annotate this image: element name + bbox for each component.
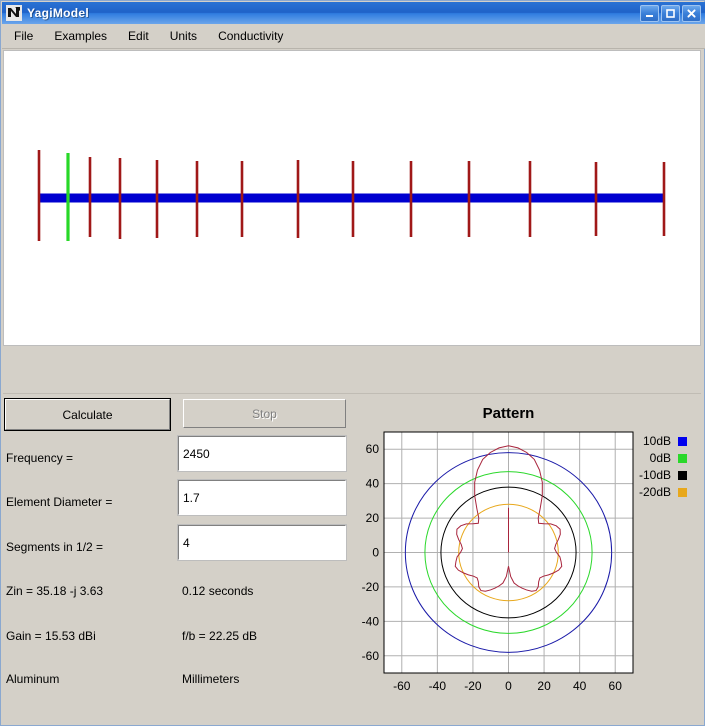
- antenna-diagram: [37, 150, 666, 241]
- legend-swatch-0dB: [678, 454, 687, 463]
- zin-value: Zin = 35.18 -j 3.63: [6, 584, 104, 598]
- x-tick-label: -60: [393, 679, 411, 693]
- window-title: YagiModel: [27, 6, 90, 20]
- x-tick-label: -40: [429, 679, 447, 693]
- y-tick-label: 20: [366, 511, 380, 525]
- x-tick-label: -20: [464, 679, 482, 693]
- pattern-chart: Pattern -60 -40 -20 0 20 40 60 -60 -40 -20 0 20 40 60 1…: [361, 349, 705, 694]
- y-tick-label: 60: [366, 442, 380, 456]
- stop-button[interactable]: Stop: [183, 399, 346, 428]
- menu-item-conductivity[interactable]: Conductivity: [209, 26, 292, 46]
- x-tick-label: 20: [537, 679, 551, 693]
- menu-item-units[interactable]: Units: [161, 26, 206, 46]
- window-controls: [640, 4, 701, 22]
- x-tick-label: 0: [505, 679, 512, 693]
- x-tick-label: 40: [573, 679, 587, 693]
- close-icon[interactable]: [682, 4, 701, 22]
- legend-label--20dB: -20dB: [639, 485, 671, 499]
- segments-label: Segments in 1/2 =: [6, 540, 104, 554]
- frequency-input[interactable]: [177, 435, 347, 472]
- y-tick-label: -20: [362, 580, 380, 594]
- menu-item-examples[interactable]: Examples: [45, 26, 116, 46]
- legend-swatch-10dB: [678, 437, 687, 446]
- legend-label--10dB: -10dB: [639, 468, 671, 482]
- fb-value: f/b = 22.25 dB: [182, 629, 258, 643]
- frequency-label: Frequency =: [6, 451, 74, 465]
- legend-swatch--10dB: [678, 471, 687, 480]
- material-value: Aluminum: [6, 672, 60, 686]
- maximize-icon[interactable]: [661, 4, 680, 22]
- antenna-canvas[interactable]: [3, 50, 701, 346]
- menu-item-edit[interactable]: Edit: [119, 26, 158, 46]
- y-tick-label: 40: [366, 477, 380, 491]
- x-tick-label: 60: [609, 679, 623, 693]
- yagimodel-window: YagiModel File Examples Edit Units Condu…: [0, 0, 705, 726]
- minimize-icon[interactable]: [640, 4, 659, 22]
- legend-label-10dB: 10dB: [643, 434, 671, 448]
- y-tick-label: 0: [372, 546, 379, 560]
- gain-value: Gain = 15.53 dBi: [6, 629, 96, 643]
- units-value: Millimeters: [182, 672, 240, 686]
- calculate-button[interactable]: Calculate: [4, 398, 171, 431]
- y-tick-label: -40: [362, 614, 380, 628]
- pattern-plot: Pattern -60 -40 -20 0 20 40 60 -60 -40 -20 0 20 40 60 1…: [362, 405, 687, 693]
- y-tick-label: -60: [362, 649, 380, 663]
- menu-bar: File Examples Edit Units Conductivity: [2, 24, 705, 49]
- element-diameter-input[interactable]: [177, 479, 347, 516]
- time-value: 0.12 seconds: [182, 584, 254, 598]
- segments-input[interactable]: [177, 524, 347, 561]
- chart-title: Pattern: [483, 405, 535, 422]
- legend-swatch--20dB: [678, 488, 687, 497]
- legend-label-0dB: 0dB: [650, 451, 671, 465]
- element-diameter-label: Element Diameter =: [6, 495, 113, 509]
- menu-item-file[interactable]: File: [5, 26, 42, 46]
- title-bar: YagiModel: [2, 2, 705, 24]
- app-icon: [6, 5, 22, 21]
